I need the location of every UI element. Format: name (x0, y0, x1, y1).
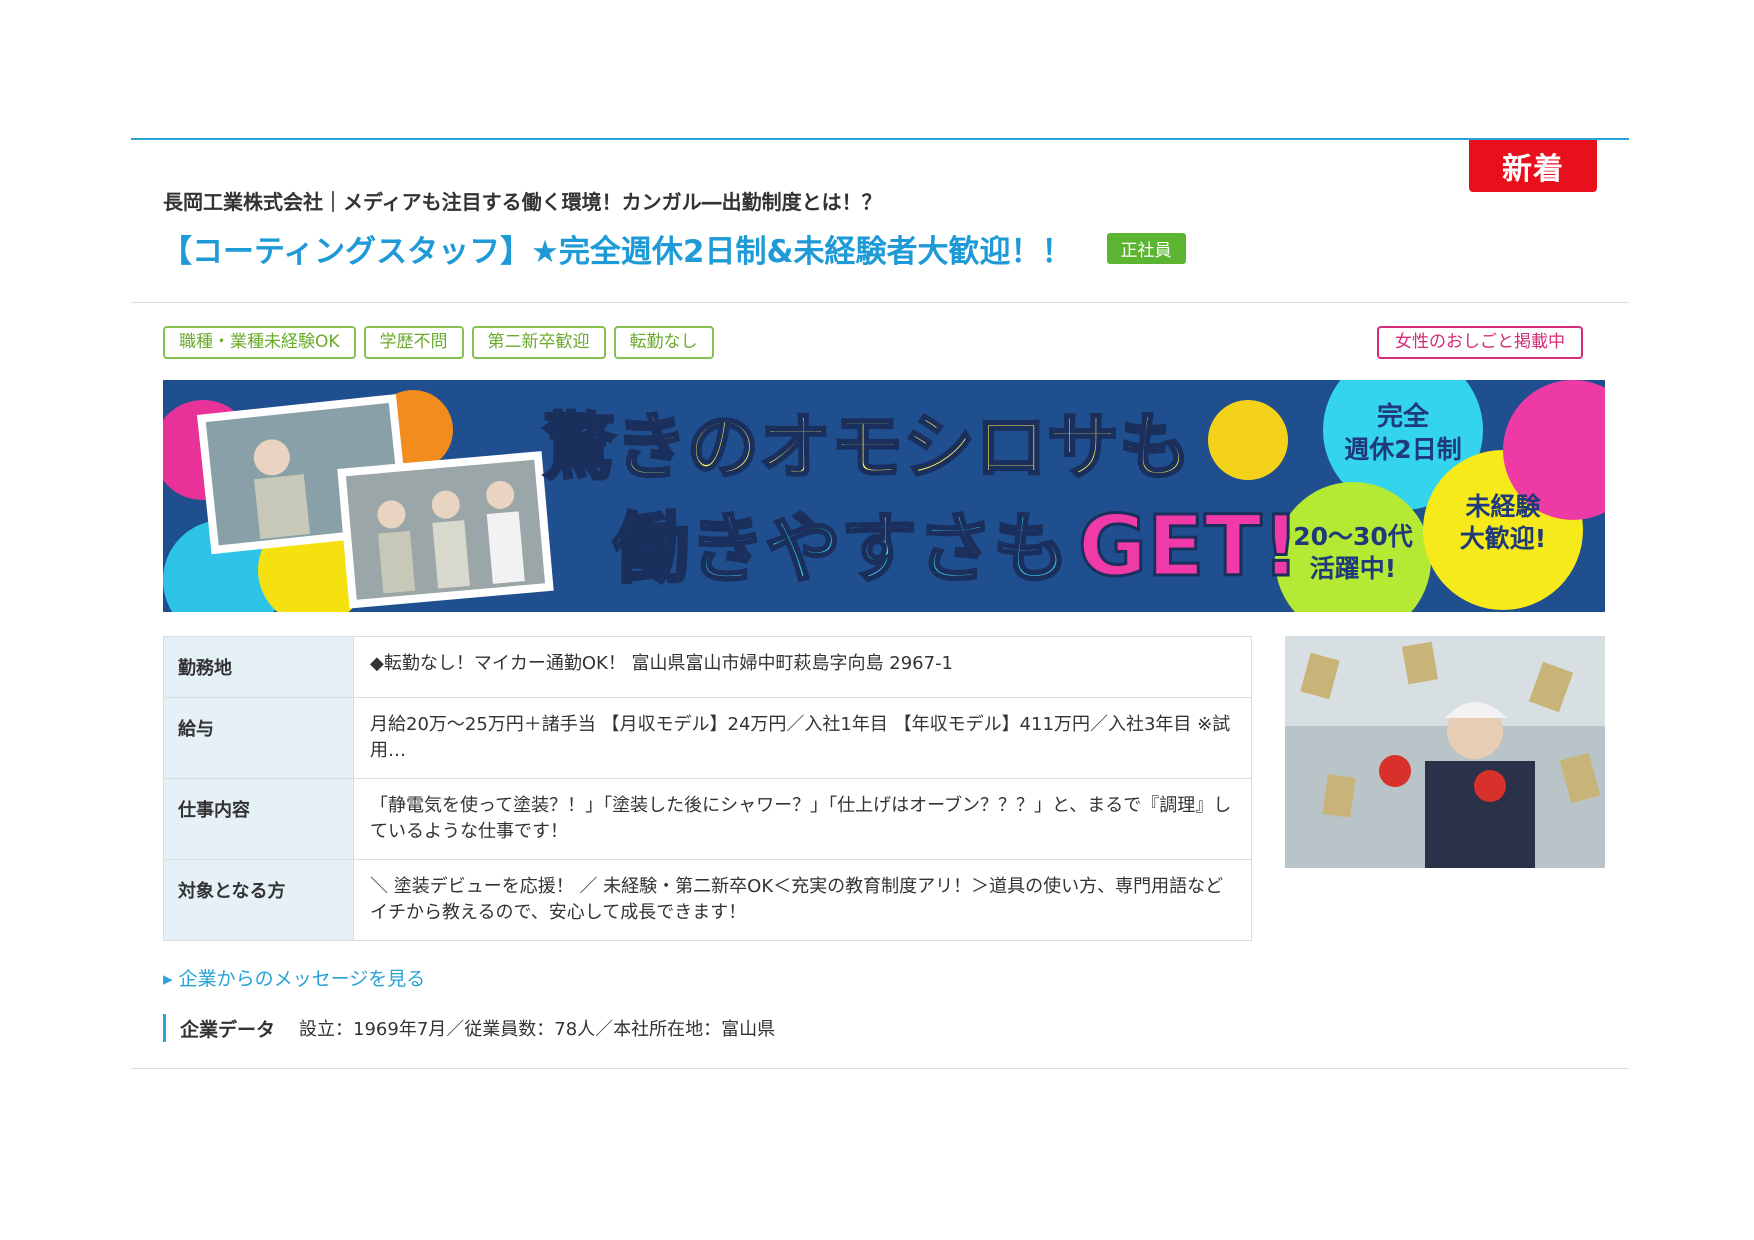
company-data: 企業データ 設立：1969年7月／従業員数：78人／本社所在地：富山県 (163, 1014, 775, 1042)
row-label-target: 対象となる方 (163, 859, 354, 941)
company-message-link[interactable]: ▸ 企業からのメッセージを見る (163, 964, 425, 991)
women-job-tag[interactable]: 女性のおしごと掲載中 (1377, 326, 1583, 359)
row-value-target: ＼ 塗装デビューを応援！ ／ 未経験・第二新卒OK＜充実の教育制度アリ！＞道具の… (353, 859, 1252, 941)
feature-tags: 職種・業種未経験OK 学歴不問 第二新卒歓迎 転勤なし (163, 326, 714, 359)
row-value-job-content: 「静電気を使って塗装？！」「塗装した後にシャワー？」「仕上げはオーブン？？？」と… (353, 778, 1252, 860)
bubble-inexp-2: 大歓迎! (1460, 524, 1546, 553)
table-row: 対象となる方 ＼ 塗装デビューを応援！ ／ 未経験・第二新卒OK＜充実の教育制度… (163, 859, 1252, 941)
tag-no-transfer: 転勤なし (613, 326, 714, 359)
company-data-label: 企業データ (180, 1018, 276, 1041)
bubble-age-2: 活躍中! (1310, 554, 1396, 583)
employment-type-badge: 正社員 (1106, 233, 1186, 264)
job-listing-card: 新着 長岡工業株式会社｜メディアも注目する働く環境！カンガル―出勤制度とは！？ … (131, 138, 1629, 1070)
bubble-holiday-2: 週休2日制 (1344, 435, 1461, 464)
row-value-salary: 月給20万～25万円＋諸手当 【月収モデル】24万円／入社1年目 【年収モデル】… (353, 697, 1252, 779)
company-headline[interactable]: 長岡工業株式会社｜メディアも注目する働く環境！カンガル―出勤制度とは！？ (163, 186, 882, 215)
row-label-job-content: 仕事内容 (163, 778, 354, 860)
table-row: 勤務地 ◆転勤なし！マイカー通勤OK！ 富山県富山市婦中町萩島字向島 2967-… (163, 636, 1252, 698)
tag-second-graduate: 第二新卒歓迎 (471, 326, 606, 359)
bubble-age-1: 20～30代 (1293, 522, 1413, 551)
company-data-text: 設立：1969年7月／従業員数：78人／本社所在地：富山県 (299, 1019, 776, 1040)
job-title-row: 【コーティングスタッフ】★完全週休2日制&未経験者大歓迎！！ 正社員 (161, 226, 1186, 271)
row-label-salary: 給与 (163, 697, 354, 779)
new-badge: 新着 (1469, 140, 1597, 192)
job-details-table: 勤務地 ◆転勤なし！マイカー通勤OK！ 富山県富山市婦中町萩島字向島 2967-… (163, 636, 1252, 941)
bottom-divider (131, 1068, 1629, 1069)
tag-no-experience: 職種・業種未経験OK (163, 326, 356, 359)
table-row: 給与 月給20万～25万円＋諸手当 【月収モデル】24万円／入社1年目 【年収モ… (163, 697, 1252, 779)
splash-yellow-mid (1208, 400, 1288, 480)
bubble-inexp-1: 未経験 (1465, 492, 1541, 521)
job-title-link[interactable]: 【コーティングスタッフ】★完全週休2日制&未経験者大歓迎！！ (161, 226, 1073, 271)
table-row: 仕事内容 「静電気を使って塗装？！」「塗装した後にシャワー？」「仕上げはオーブン… (163, 778, 1252, 860)
banner-line-1: 驚きのオモシロサも (543, 405, 1191, 489)
tag-no-education: 学歴不問 (363, 326, 464, 359)
header-divider (131, 302, 1629, 303)
banner-line-2b: GET! (1078, 497, 1300, 595)
banner-line-2a: 働きやすさも (613, 504, 1069, 593)
row-value-location: ◆転勤なし！マイカー通勤OK！ 富山県富山市婦中町萩島字向島 2967-1 (353, 636, 1252, 698)
bubble-holiday-1: 完全 (1377, 401, 1430, 432)
top-divider (131, 138, 1629, 140)
worker-photo[interactable] (1285, 636, 1605, 868)
row-label-location: 勤務地 (163, 636, 354, 698)
recruit-banner[interactable]: 驚きのオモシロサも 働きやすさも GET! 完全 週休2日制 20～30代 活躍… (163, 380, 1605, 612)
